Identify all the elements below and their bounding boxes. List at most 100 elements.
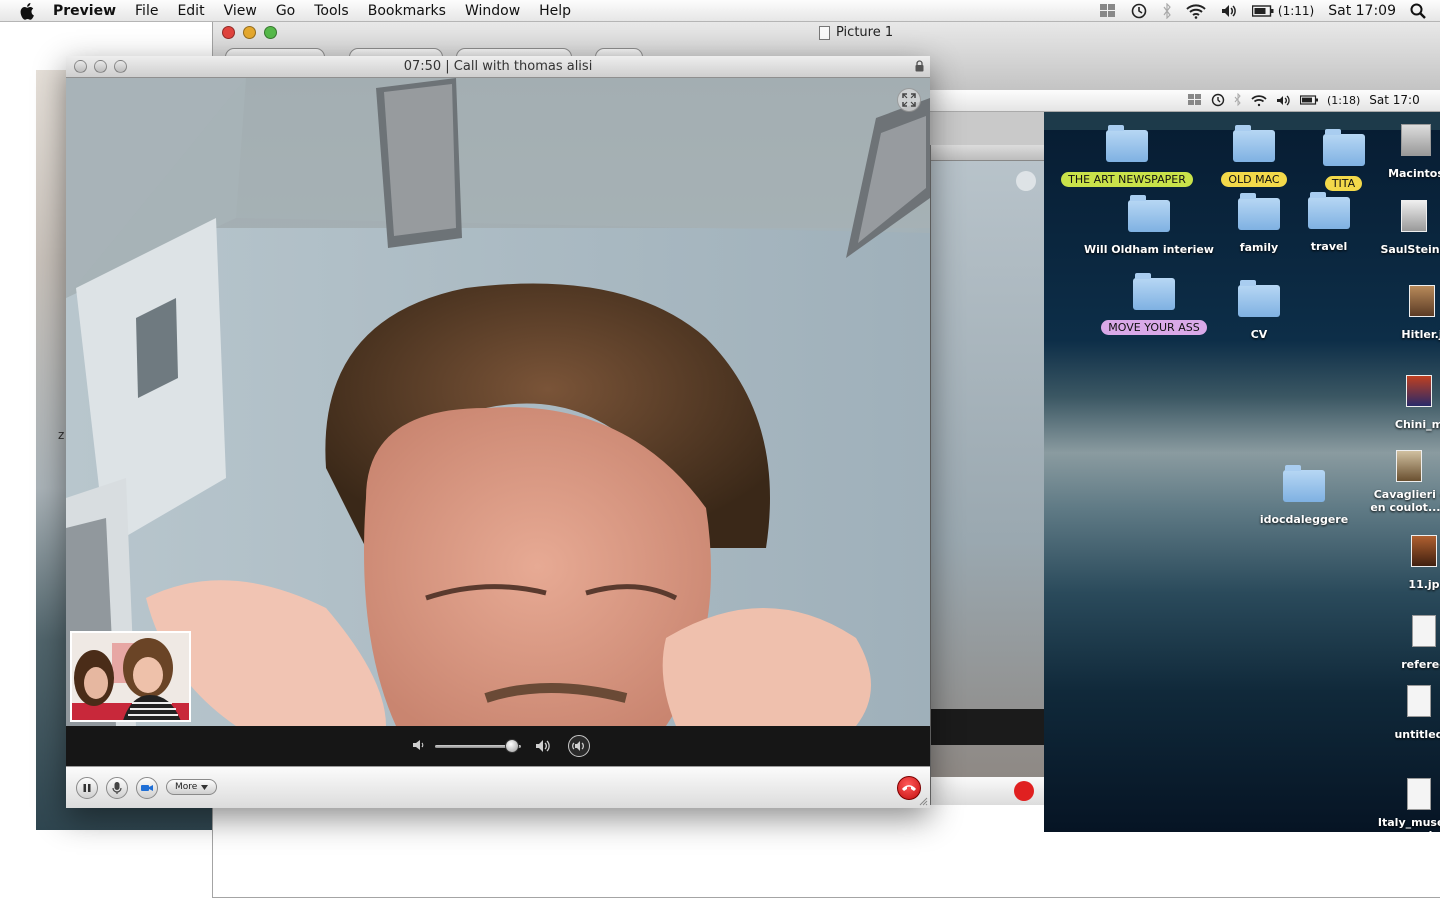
folder-icon	[1128, 195, 1170, 232]
battery-icon	[1251, 5, 1274, 17]
inner-call-window	[930, 145, 1044, 805]
spaces-icon[interactable]	[1099, 4, 1116, 18]
apple-menu-icon[interactable]	[17, 0, 39, 22]
menu-help[interactable]: Help	[539, 3, 571, 19]
preview-title: Picture 1	[819, 25, 893, 40]
bluetooth-icon[interactable]	[1162, 3, 1172, 19]
clock[interactable]: Sat 17:09	[1328, 3, 1396, 19]
desktop-icon-label: Cavaglieri -	[1373, 488, 1440, 501]
inner-hangup-icon	[1014, 781, 1034, 801]
close-button[interactable]	[222, 26, 235, 39]
text-document-icon	[1412, 615, 1436, 647]
spotlight-icon[interactable]	[1410, 3, 1426, 19]
preview-title-text: Picture 1	[836, 25, 894, 40]
inner-call-titlebar	[931, 145, 1044, 161]
inner-call-volume-bar	[931, 709, 1044, 745]
inner-time-machine-icon	[1211, 93, 1225, 107]
desktop-icon-label: travel	[1310, 240, 1348, 253]
battery-time: (1:11)	[1277, 4, 1315, 18]
resize-grip-icon[interactable]	[918, 796, 928, 806]
wifi-icon[interactable]	[1186, 3, 1206, 19]
folder-icon	[1238, 193, 1280, 230]
volume-slider-knob[interactable]	[505, 739, 520, 753]
menu-edit[interactable]: Edit	[177, 3, 204, 19]
desktop-icon-saulsteinberg: SaulSteinb	[1374, 200, 1440, 257]
folder-icon	[1238, 280, 1280, 317]
volume-max-icon	[536, 740, 550, 752]
desktop-icon-label: family	[1239, 241, 1279, 254]
remote-video-image	[66, 78, 930, 726]
desktop-icon-label: 11.jp	[1408, 578, 1440, 591]
text-document-icon	[1407, 685, 1431, 717]
inner-bluetooth-icon	[1234, 93, 1241, 107]
menu-view[interactable]: View	[224, 3, 257, 19]
pause-icon	[83, 784, 91, 792]
preview-window-controls	[222, 26, 277, 39]
minimize-button[interactable]	[243, 26, 256, 39]
menu-app-preview[interactable]: Preview	[53, 3, 116, 19]
video-camera-button[interactable]	[136, 777, 158, 799]
menu-file[interactable]: File	[135, 3, 158, 19]
lock-icon	[915, 60, 924, 72]
desktop-icon-label: Macintos	[1388, 167, 1440, 180]
desktop-icon-label: referee	[1401, 658, 1440, 671]
desktop-icon-label: idocdaleggere	[1259, 513, 1349, 526]
desktop-icon-chini: Chini_m	[1379, 375, 1440, 432]
menu-bookmarks[interactable]: Bookmarks	[368, 3, 446, 19]
text-document-icon	[1407, 778, 1431, 810]
desktop-icon-label-line2: mad	[1374, 829, 1440, 832]
desktop-icon-cv: CV	[1209, 280, 1309, 342]
desktop-icon-label: Italy_museun	[1377, 816, 1440, 829]
desktop-icon-will-oldham: Will Oldham interiew	[1074, 195, 1224, 257]
inner-battery-icon	[1300, 95, 1318, 105]
menu-window[interactable]: Window	[465, 3, 520, 19]
menu-tools[interactable]: Tools	[314, 3, 349, 19]
folder-icon	[1322, 129, 1365, 166]
desktop-icon-move-your-ass: MOVE YOUR ASS	[1084, 273, 1224, 335]
desktop-icon-hitler: Hitler.j	[1382, 285, 1440, 342]
call-titlebar[interactable]: 07:50 | Call with thomas alisi	[66, 56, 930, 78]
video-call-window: 07:50 | Call with thomas alisi More	[66, 56, 930, 808]
image-thumbnail-icon	[1401, 200, 1427, 232]
desktop-icon-cavaglieri: Cavaglieri - en coulot...v	[1349, 450, 1440, 514]
mute-microphone-button[interactable]	[106, 777, 128, 799]
folder-icon	[1308, 192, 1350, 229]
inner-status-area: (1:18) Sat 17:0	[1188, 93, 1420, 107]
volume-bar	[66, 726, 930, 766]
folder-icon	[1133, 273, 1175, 310]
desktop-icon-label: MOVE YOUR ASS	[1101, 320, 1207, 335]
volume-min-icon	[413, 740, 424, 750]
desktop-icon-referee: referee	[1384, 615, 1440, 672]
chevron-down-icon	[201, 784, 209, 790]
desktop-icon-macintosh-hd: Macintos	[1376, 124, 1440, 181]
phone-hangup-icon	[902, 785, 916, 791]
hard-drive-icon	[1401, 124, 1431, 156]
folder-icon	[1106, 125, 1148, 162]
volume-icon[interactable]	[1220, 3, 1238, 19]
zoom-button[interactable]	[264, 26, 277, 39]
full-volume-button[interactable]	[568, 735, 590, 757]
photo-edge-mark: z	[58, 428, 65, 442]
desktop-icon-label: CV	[1250, 328, 1268, 341]
microphone-icon	[112, 782, 122, 794]
folder-icon	[1233, 125, 1275, 162]
more-button[interactable]: More	[166, 779, 218, 795]
menu-go[interactable]: Go	[276, 3, 295, 19]
pause-button[interactable]	[76, 777, 98, 799]
call-control-bar: More	[66, 766, 930, 808]
inner-spaces-icon	[1188, 94, 1201, 105]
desktop-icon-11-jpg: 11.jp	[1384, 535, 1440, 592]
time-machine-icon[interactable]	[1130, 3, 1148, 19]
self-view-preview[interactable]	[70, 631, 191, 722]
inner-battery-time: (1:18)	[1327, 93, 1361, 107]
fullscreen-expand-icon[interactable]	[897, 88, 921, 112]
desktop-icon-label: TITA	[1324, 176, 1363, 191]
menu-bar: Preview File Edit View Go Tools Bookmark…	[0, 0, 1440, 22]
inner-wifi-icon	[1251, 94, 1267, 106]
image-thumbnail-icon	[1409, 285, 1435, 317]
battery-status[interactable]: (1:11)	[1251, 4, 1315, 18]
desktop-icon-label: Will Oldham interiew	[1084, 243, 1214, 256]
status-area: (1:11) Sat 17:09	[1099, 0, 1440, 22]
folder-icon	[1283, 465, 1325, 502]
document-icon	[819, 25, 830, 40]
